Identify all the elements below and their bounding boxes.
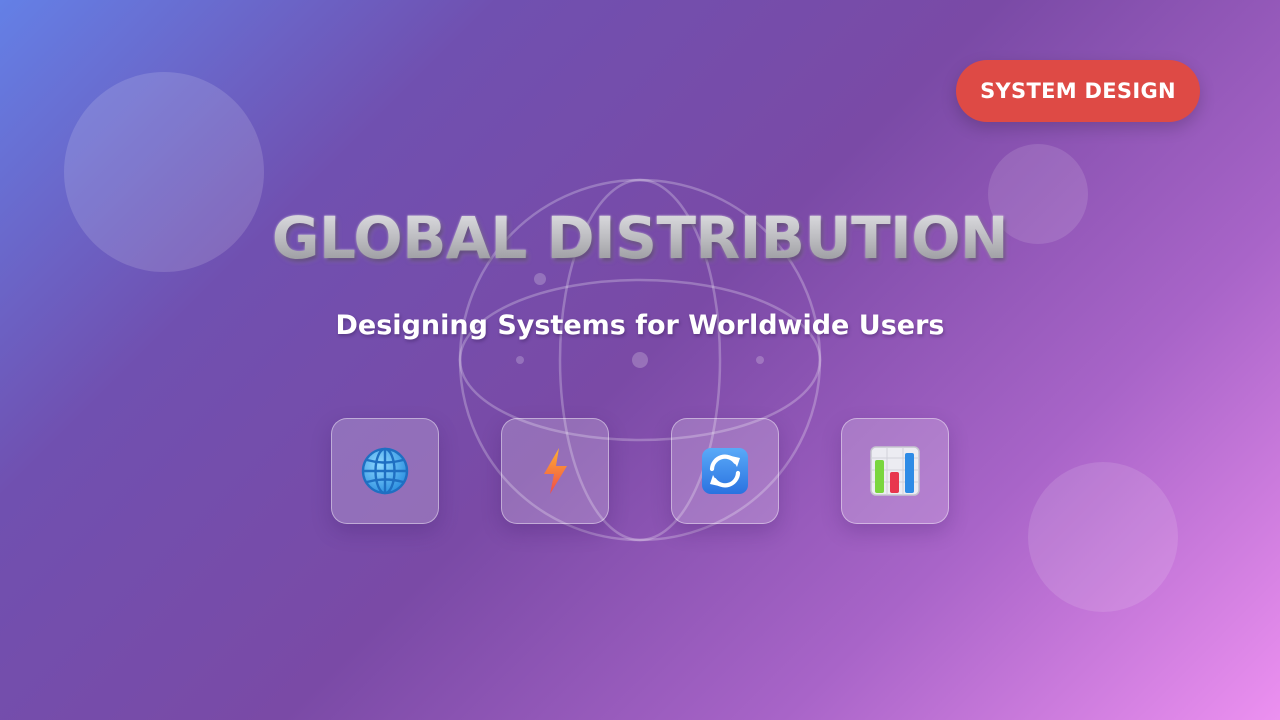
- decorative-circle-bottom: [1028, 462, 1178, 612]
- bar-chart-tile: [841, 418, 949, 524]
- sync-tile: [671, 418, 779, 524]
- sync-icon: [702, 448, 748, 494]
- globe-icon: [361, 447, 409, 495]
- lightning-tile: [501, 418, 609, 524]
- bar-chart-icon: [870, 446, 920, 496]
- page-subtitle: Designing Systems for Worldwide Users: [335, 310, 945, 341]
- lightning-icon: [544, 448, 567, 494]
- system-design-badge[interactable]: SYSTEM DESIGN: [956, 60, 1200, 122]
- page-title: GLOBAL DISTRIBUTION: [0, 204, 1280, 272]
- globe-tile: [331, 418, 439, 524]
